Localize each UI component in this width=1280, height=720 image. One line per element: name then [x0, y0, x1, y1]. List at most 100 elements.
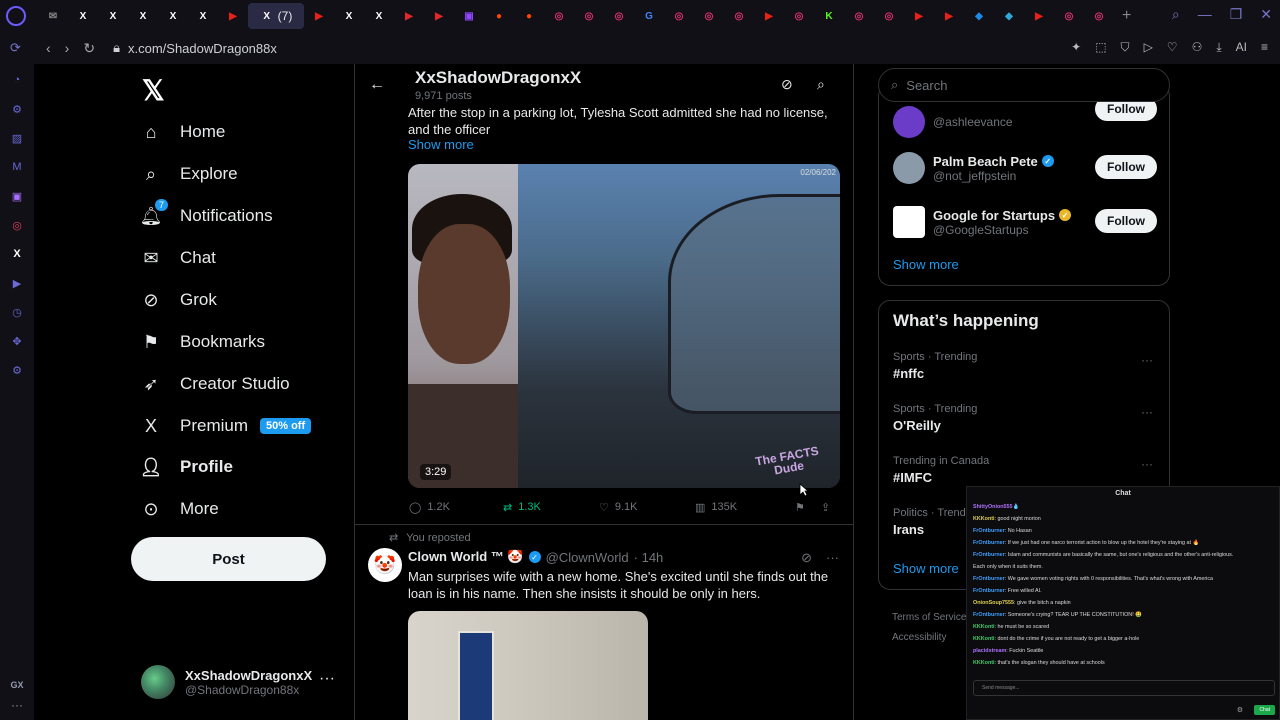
grok-icon[interactable]: ⊘ — [801, 550, 812, 566]
browser-tab[interactable]: X (7) — [248, 3, 304, 29]
chat-username[interactable]: FrOntburner — [973, 576, 1005, 582]
account-icon[interactable]: ⚇ — [1192, 40, 1203, 55]
reload-icon[interactable]: ↻ — [83, 40, 95, 57]
browser-tab[interactable]: ● — [484, 3, 514, 29]
browser-tab[interactable]: ✉ — [38, 3, 68, 29]
player-sidebar-icon[interactable]: ▶ — [9, 275, 25, 291]
chat-username[interactable]: KKKonti — [973, 636, 995, 642]
nav-item-grok[interactable]: ⊘ Grok — [140, 280, 216, 320]
browser-tab[interactable]: ▶ — [754, 3, 784, 29]
history-icon[interactable]: ◷ — [9, 304, 25, 320]
gx-mail-icon[interactable]: M — [9, 159, 25, 175]
chat-input[interactable]: Send message... — [973, 680, 1275, 696]
chat-send-button[interactable]: Chat — [1254, 705, 1275, 715]
show-more-link[interactable]: Show more — [408, 137, 474, 152]
browser-tab[interactable]: ● — [514, 3, 544, 29]
browser-tab[interactable]: ▣ — [454, 3, 484, 29]
settings-icon[interactable]: ⚙ — [9, 362, 25, 378]
heart-icon[interactable]: ♡ — [1167, 40, 1178, 55]
browser-tab[interactable]: ▶ — [394, 3, 424, 29]
gear-icon[interactable]: ⚙ — [1237, 706, 1243, 714]
nav-item-profile[interactable]: 👤︎ Profile — [140, 447, 233, 487]
chat-username[interactable]: FrOntburner — [973, 552, 1005, 558]
url-field[interactable]: 🔒︎ x.com/ShadowDragon88x — [113, 40, 277, 56]
follow-suggestion[interactable]: Google for Startups ✓ @GoogleStartups Follo… — [893, 205, 1157, 239]
grok-icon[interactable]: ⊘ — [781, 76, 793, 93]
account-switcher[interactable]: XxShadowDragonxX @ShadowDragon88x ··· — [141, 662, 341, 702]
chat-username[interactable]: KKKonti — [973, 516, 995, 522]
extensions-icon[interactable]: ✥ — [9, 333, 25, 349]
follow-suggestion[interactable]: @ashleevance Follow — [893, 97, 1157, 139]
avatar[interactable]: 🤡 — [368, 548, 402, 582]
gx-label[interactable]: GX — [0, 680, 34, 690]
trend-item[interactable]: Sports · Trending O'Reilly ··· — [893, 403, 1161, 433]
chat-username[interactable]: placidstream — [973, 648, 1006, 654]
nav-item-home[interactable]: ⌂ Home — [140, 112, 226, 152]
twitch-icon[interactable]: ▣ — [9, 188, 25, 204]
repost-button[interactable]: ⇄ 1.3K — [503, 501, 599, 514]
show-more-link[interactable]: Show more — [893, 561, 959, 576]
sync-icon[interactable]: ⟳ — [10, 40, 21, 56]
bookmark-button[interactable]: ⚑ — [795, 501, 821, 514]
browser-tab[interactable]: X — [158, 3, 188, 29]
follow-button[interactable]: Follow — [1095, 155, 1157, 179]
search-input[interactable]: ⌕ Search — [878, 68, 1170, 102]
trend-item[interactable]: Trending in Canada #IMFC ··· — [893, 455, 1161, 485]
footer-link[interactable]: Accessibility — [892, 628, 966, 648]
chat-username[interactable]: ShittyOnion555 — [973, 504, 1013, 510]
browser-tab[interactable]: ◎ — [544, 3, 574, 29]
pin-icon[interactable]: ✦ — [1071, 40, 1081, 55]
menu-icon[interactable]: ≡ — [1261, 40, 1268, 55]
trend-item[interactable]: Sports · Trending #nffc ··· — [893, 351, 1161, 381]
gx-control-icon[interactable]: ◔ — [9, 72, 25, 88]
views-button[interactable]: ▥ 135K — [695, 501, 795, 514]
close-icon[interactable]: ✕ — [1260, 6, 1272, 23]
chat-username[interactable]: FrOntburner — [973, 612, 1005, 618]
more-icon[interactable]: ··· — [1141, 353, 1153, 367]
nav-item-explore[interactable]: ⌕ Explore — [140, 154, 238, 194]
browser-tab[interactable]: X — [128, 3, 158, 29]
nav-item-creator-studio[interactable]: ➶ Creator Studio — [140, 364, 289, 404]
browser-tab[interactable]: ▶ — [904, 3, 934, 29]
share-button[interactable]: ⇪ — [821, 501, 830, 514]
search-icon[interactable]: ⌕ — [817, 76, 825, 93]
post-time[interactable]: · 14h — [634, 550, 664, 565]
browser-tab[interactable]: G — [634, 3, 664, 29]
chat-username[interactable]: KKKonti — [973, 624, 995, 630]
more-icon[interactable]: ··· — [319, 670, 335, 688]
more-icon[interactable]: ··· — [1141, 405, 1153, 419]
search-tabs-icon[interactable]: ⌕ — [1172, 6, 1180, 23]
x-logo-icon[interactable]: 𝕏 — [142, 74, 165, 107]
download-icon[interactable]: ⤓ — [1216, 40, 1221, 55]
browser-tab[interactable]: ◎ — [1084, 3, 1114, 29]
minimize-icon[interactable]: — — [1198, 6, 1212, 23]
browser-tab[interactable]: ◎ — [574, 3, 604, 29]
footer-link[interactable]: Terms of Service — [892, 608, 966, 628]
ai-button[interactable]: AI — [1236, 40, 1247, 55]
browser-tab[interactable]: ◆ — [964, 3, 994, 29]
browser-tab[interactable]: X — [188, 3, 218, 29]
browser-tab[interactable]: ◎ — [874, 3, 904, 29]
post-button[interactable]: Post — [131, 537, 326, 581]
reply-button[interactable]: ◯ 1.2K — [409, 501, 503, 514]
chat-username[interactable]: FrOntburner — [973, 588, 1005, 594]
browser-tab[interactable]: ◎ — [664, 3, 694, 29]
snapshot-icon[interactable]: ⬚ — [1095, 40, 1106, 55]
back-icon[interactable]: ‹ — [46, 40, 51, 57]
follow-button[interactable]: Follow — [1095, 209, 1157, 233]
browser-tab[interactable]: ▶ — [304, 3, 334, 29]
browser-tab[interactable]: X — [98, 3, 128, 29]
x-sidebar-icon[interactable]: X — [9, 246, 25, 262]
chat-username[interactable]: FrOntburner — [973, 540, 1005, 546]
browser-tab[interactable]: ◎ — [724, 3, 754, 29]
gx-more-icon[interactable]: ··· — [0, 698, 34, 712]
browser-tab[interactable]: ◎ — [694, 3, 724, 29]
author-handle[interactable]: @ClownWorld — [546, 550, 629, 565]
browser-tab[interactable]: ◎ — [844, 3, 874, 29]
show-more-link[interactable]: Show more — [893, 257, 959, 272]
more-icon[interactable]: ··· — [1141, 457, 1153, 471]
author-name[interactable]: Clown World ™ 🤡 — [408, 549, 524, 565]
forward-icon[interactable]: › — [65, 40, 70, 57]
browser-tab[interactable]: K — [814, 3, 844, 29]
nav-item-bookmarks[interactable]: ⚑ Bookmarks — [140, 322, 265, 362]
